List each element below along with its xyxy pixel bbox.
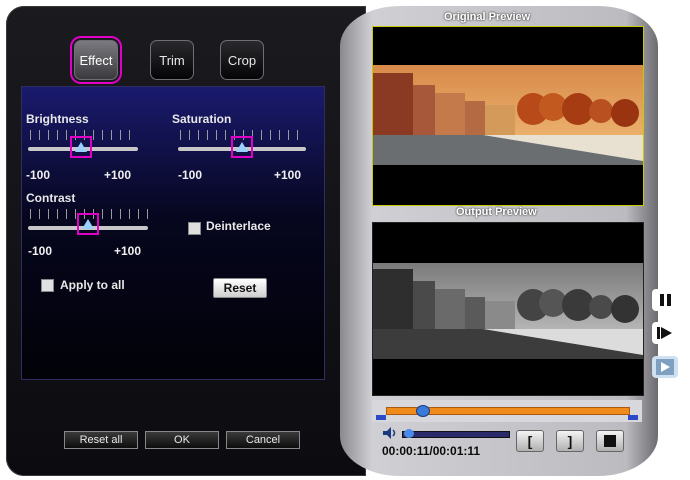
timeline xyxy=(372,400,642,422)
step-forward-button[interactable] xyxy=(652,322,678,344)
mark-out-button[interactable]: ] xyxy=(556,430,584,452)
pause-button[interactable] xyxy=(652,289,678,311)
timeline-playhead[interactable] xyxy=(416,405,430,417)
contrast-min-label: -100 xyxy=(28,244,53,258)
saturation-slider-thumb[interactable] xyxy=(231,136,253,158)
tab-crop[interactable]: Crop xyxy=(220,40,264,80)
saturation-min-label: -100 xyxy=(178,168,203,182)
brightness-label: Brightness xyxy=(26,112,89,126)
deinterlace-checkbox[interactable] xyxy=(188,222,201,235)
ok-button[interactable]: OK xyxy=(145,431,219,449)
cancel-label: Cancel xyxy=(245,434,281,446)
trim-start-marker[interactable] xyxy=(376,415,386,420)
volume-thumb[interactable] xyxy=(404,429,414,438)
tab-effect-label: Effect xyxy=(79,52,113,68)
tab-trim-label: Trim xyxy=(159,52,185,68)
ok-label: OK xyxy=(174,434,190,446)
contrast-label: Contrast xyxy=(26,191,76,205)
play-icon xyxy=(656,359,674,375)
reset-button-label: Reset xyxy=(223,281,257,295)
tab-crop-label: Crop xyxy=(227,52,257,68)
bracket-left-icon: [ xyxy=(527,433,533,449)
output-preview-title: Output Preview xyxy=(456,206,537,218)
stop-icon xyxy=(604,435,616,447)
play-button[interactable] xyxy=(652,356,678,378)
bracket-right-icon: ] xyxy=(567,433,573,449)
original-preview-frame xyxy=(372,26,644,206)
saturation-label: Saturation xyxy=(172,112,232,126)
brightness-max-label: +100 xyxy=(104,168,132,182)
settings-panel: Effect Trim Crop Brightness -100 +100 Sa… xyxy=(6,6,366,476)
mark-in-button[interactable]: [ xyxy=(516,430,544,452)
tab-trim[interactable]: Trim xyxy=(150,40,194,80)
contrast-slider-thumb[interactable] xyxy=(77,213,99,235)
contrast-max-label: +100 xyxy=(114,244,142,258)
reset-all-label: Reset all xyxy=(79,434,123,446)
stop-button[interactable] xyxy=(596,430,624,452)
reset-all-button[interactable]: Reset all xyxy=(64,431,138,449)
reset-button[interactable]: Reset xyxy=(213,278,267,298)
brightness-slider-thumb[interactable] xyxy=(70,136,92,158)
original-video-image xyxy=(373,65,643,165)
pause-icon xyxy=(659,294,671,306)
trim-end-marker[interactable] xyxy=(628,415,638,420)
tab-effect[interactable]: Effect xyxy=(70,36,122,84)
time-display: 00:00:11/00:01:11 xyxy=(382,444,481,458)
cancel-button[interactable]: Cancel xyxy=(226,431,300,449)
output-preview-frame xyxy=(372,222,644,396)
apply-to-all-label: Apply to all xyxy=(60,278,125,292)
video-editor-window: Effect Trim Crop Brightness -100 +100 Sa… xyxy=(6,6,678,476)
deinterlace-label: Deinterlace xyxy=(206,219,271,233)
preview-panel: Original Preview Output Preview 00:00:11… xyxy=(340,6,658,476)
speaker-icon[interactable] xyxy=(382,426,398,440)
output-video-image xyxy=(373,263,643,359)
saturation-max-label: +100 xyxy=(274,168,302,182)
apply-to-all-checkbox[interactable] xyxy=(41,279,54,292)
brightness-min-label: -100 xyxy=(26,168,51,182)
volume-slider[interactable] xyxy=(402,431,510,438)
original-preview-title: Original Preview xyxy=(444,11,531,23)
step-forward-icon xyxy=(657,327,672,339)
